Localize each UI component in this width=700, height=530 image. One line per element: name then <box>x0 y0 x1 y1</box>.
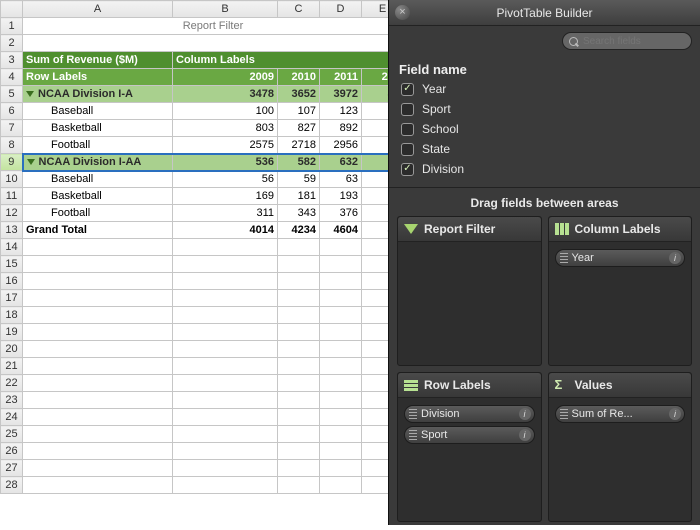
field-pill[interactable]: Division <box>404 405 535 423</box>
row-hdr[interactable]: 3 <box>1 52 23 69</box>
pivot-row[interactable]: Baseball <box>23 103 173 120</box>
pivot-corner[interactable]: Sum of Revenue ($M) <box>23 52 173 69</box>
row-hdr[interactable]: 22 <box>1 375 23 392</box>
pivot-row[interactable]: Basketball <box>23 120 173 137</box>
pivot-column-labels-hdr[interactable]: Column Labels <box>173 52 404 69</box>
pivot-group-header[interactable]: NCAA Division I-AA <box>23 154 173 171</box>
pivot-row[interactable]: Basketball <box>23 188 173 205</box>
search-field[interactable] <box>562 32 692 50</box>
row-hdr[interactable]: 4 <box>1 69 23 86</box>
field-pill[interactable]: Sum of Re... <box>555 405 686 423</box>
area-values[interactable]: ΣValues Sum of Re... <box>548 372 693 522</box>
area-report-filter[interactable]: Report Filter <box>397 216 542 366</box>
rows-icon <box>404 380 418 391</box>
row-hdr[interactable]: 5 <box>1 86 23 103</box>
row-hdr[interactable]: 2 <box>1 35 23 52</box>
row-hdr[interactable]: 15 <box>1 256 23 273</box>
field-row[interactable]: Division <box>395 159 694 179</box>
pivot-year-col[interactable]: 2010 <box>278 69 320 86</box>
row-hdr[interactable]: 7 <box>1 120 23 137</box>
row-hdr[interactable]: 8 <box>1 137 23 154</box>
row-hdr[interactable]: 23 <box>1 392 23 409</box>
row-hdr[interactable]: 27 <box>1 460 23 477</box>
col-hdr-D[interactable]: D <box>320 1 362 18</box>
field-pill[interactable]: Sport <box>404 426 535 444</box>
close-icon[interactable]: × <box>395 5 410 20</box>
col-hdr-A[interactable]: A <box>23 1 173 18</box>
field-row[interactable]: Year <box>395 79 694 99</box>
field-name-heading: Field name <box>389 58 700 79</box>
field-row[interactable]: State <box>395 139 694 159</box>
filter-icon <box>404 224 418 234</box>
row-hdr[interactable]: 16 <box>1 273 23 290</box>
col-header-row: A B C D E <box>1 1 404 18</box>
area-row-labels[interactable]: Row Labels Division Sport <box>397 372 542 522</box>
row-hdr[interactable]: 19 <box>1 324 23 341</box>
checkbox-icon[interactable] <box>401 143 414 156</box>
pivot-row-labels-hdr[interactable]: Row Labels <box>23 69 173 86</box>
field-row[interactable]: Sport <box>395 99 694 119</box>
row-hdr[interactable]: 26 <box>1 443 23 460</box>
row-hdr[interactable]: 12 <box>1 205 23 222</box>
pivottable-builder-panel: × PivotTable Builder Field name Year Spo… <box>388 0 700 525</box>
checkbox-icon[interactable] <box>401 163 414 176</box>
collapse-icon[interactable] <box>26 91 34 97</box>
search-input[interactable] <box>562 32 692 50</box>
row-hdr[interactable]: 10 <box>1 171 23 188</box>
columns-icon <box>555 223 569 235</box>
row-hdr[interactable]: 17 <box>1 290 23 307</box>
row-hdr[interactable]: 28 <box>1 477 23 494</box>
areas-grid: Report Filter Column Labels Year Row Lab… <box>389 216 700 530</box>
select-all-corner[interactable] <box>1 1 23 18</box>
areas-title: Drag fields between areas <box>389 187 700 216</box>
row-hdr[interactable]: 1 <box>1 18 23 35</box>
row-hdr[interactable]: 21 <box>1 358 23 375</box>
row-hdr[interactable]: 6 <box>1 103 23 120</box>
row-hdr[interactable]: 18 <box>1 307 23 324</box>
pivot-row[interactable]: Baseball <box>23 171 173 188</box>
field-pill[interactable]: Year <box>555 249 686 267</box>
row-hdr[interactable]: 14 <box>1 239 23 256</box>
sigma-icon: Σ <box>555 378 569 392</box>
row-hdr[interactable]: 20 <box>1 341 23 358</box>
panel-titlebar: × PivotTable Builder <box>389 0 700 26</box>
checkbox-icon[interactable] <box>401 123 414 136</box>
pivot-grand-total-label[interactable]: Grand Total <box>23 222 173 239</box>
checkbox-icon[interactable] <box>401 83 414 96</box>
checkbox-icon[interactable] <box>401 103 414 116</box>
area-column-labels[interactable]: Column Labels Year <box>548 216 693 366</box>
col-hdr-C[interactable]: C <box>278 1 320 18</box>
field-row[interactable]: School <box>395 119 694 139</box>
report-filter-zone[interactable]: Report Filter <box>23 18 404 35</box>
pivot-year-col[interactable]: 2009 <box>173 69 278 86</box>
row-hdr[interactable]: 24 <box>1 409 23 426</box>
row-hdr[interactable]: 13 <box>1 222 23 239</box>
field-list: Year Sport School State Division <box>389 79 700 187</box>
col-hdr-B[interactable]: B <box>173 1 278 18</box>
collapse-icon[interactable] <box>27 159 35 165</box>
pivot-group-header[interactable]: NCAA Division I-A <box>23 86 173 103</box>
pivot-row[interactable]: Football <box>23 205 173 222</box>
pivot-row[interactable]: Football <box>23 137 173 154</box>
pivot-year-col[interactable]: 2011 <box>320 69 362 86</box>
row-hdr[interactable]: 9 <box>1 154 23 171</box>
row-hdr[interactable]: 25 <box>1 426 23 443</box>
panel-title: PivotTable Builder <box>496 6 592 20</box>
grid-table: A B C D E 1 Report Filter 2 3 Sum of Rev… <box>0 0 404 494</box>
row-hdr[interactable]: 11 <box>1 188 23 205</box>
